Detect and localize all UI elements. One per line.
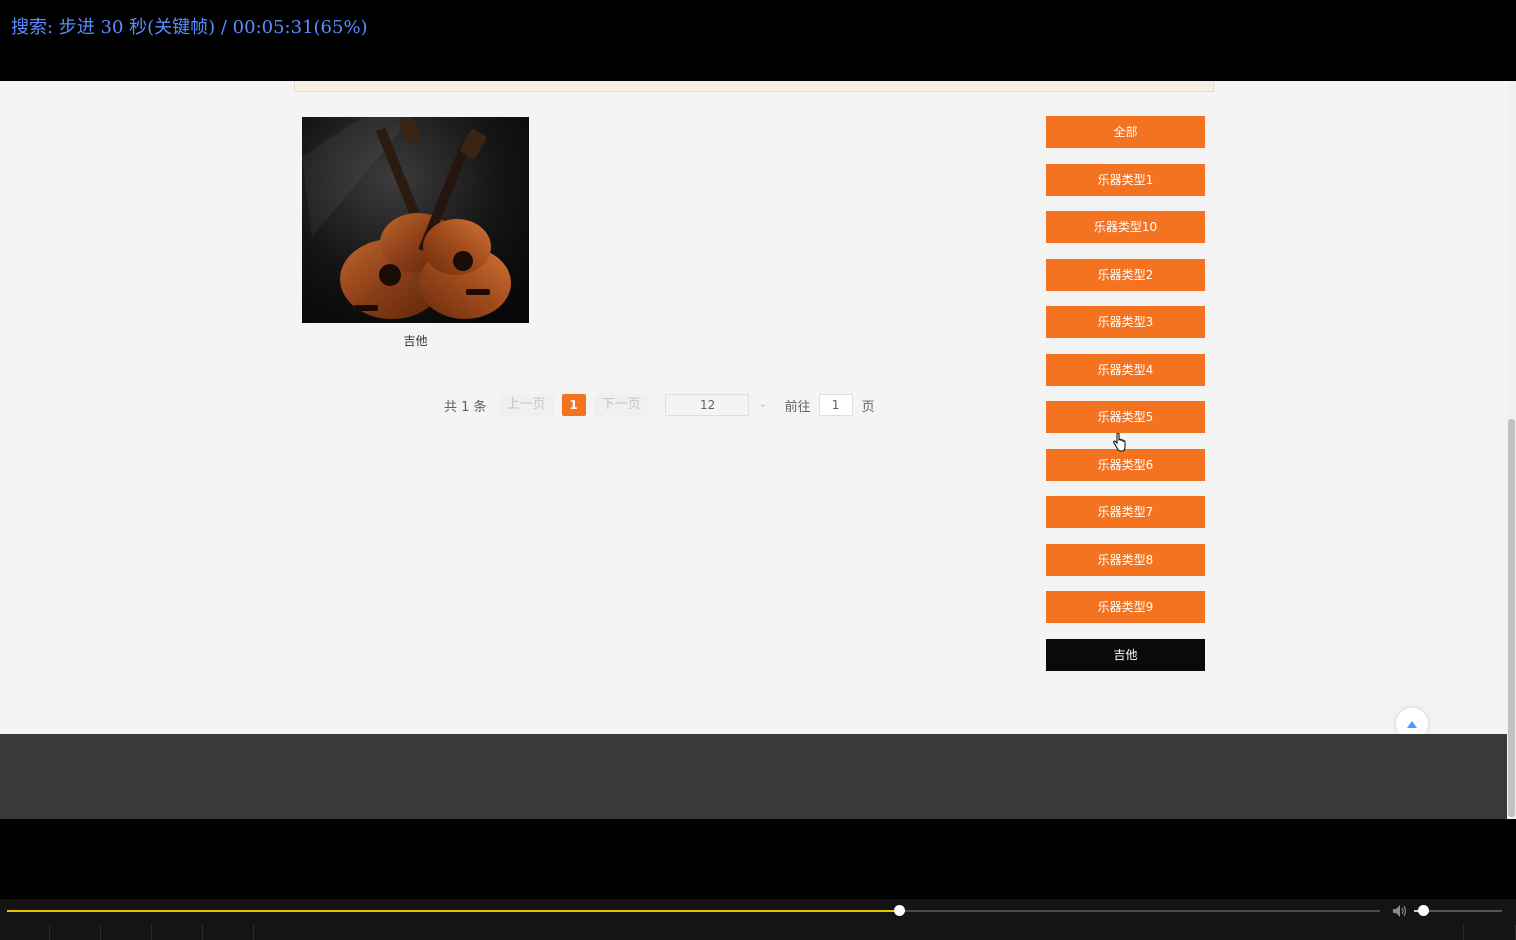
player-button-slot[interactable] [1464,925,1516,940]
player-osd-status: 搜索: 步进 30 秒(关键帧) / 00:05:31(65%) [11,17,368,38]
product-card[interactable]: 吉他 [302,117,529,349]
category-button-type8[interactable]: 乐器类型8 [1046,543,1205,576]
scrollbar-thumb[interactable] [1508,419,1515,817]
category-button-type1[interactable]: 乐器类型1 [1046,163,1205,196]
speaker-icon[interactable] [1392,904,1408,918]
chevron-down-icon: ⌄ [758,397,768,410]
pagination-total: 共 1 条 [444,399,487,415]
player-button-slot[interactable] [0,925,50,940]
notice-strip [294,81,1214,92]
player-control-bar [0,899,1516,940]
browser-viewport: 吉他 共 1 条 上一页 1 下一页 12 ⌄ 前往 1 页 全部 乐器类型1 … [0,81,1516,819]
category-button-type2[interactable]: 乐器类型2 [1046,258,1205,291]
page-footer [0,734,1507,819]
category-button-guitar[interactable]: 吉他 [1046,638,1205,671]
player-button-slot[interactable] [152,925,203,940]
seek-progress-fill [7,910,900,912]
player-button-slot[interactable] [203,925,254,940]
category-button-type4[interactable]: 乐器类型4 [1046,353,1205,386]
player-button-slot[interactable] [101,925,152,940]
category-button-type7[interactable]: 乐器类型7 [1046,496,1205,528]
category-button-type9[interactable]: 乐器类型9 [1046,591,1205,623]
seek-bar[interactable] [7,905,1380,916]
goto-page-suffix: 页 [861,399,875,415]
page-number-current[interactable]: 1 [561,394,586,416]
page-size-select[interactable]: 12 ⌄ [664,394,768,416]
next-page-button[interactable]: 下一页 [593,394,649,416]
player-spacer [254,925,1464,940]
category-button-type3[interactable]: 乐器类型3 [1046,306,1205,338]
category-list: 全部 乐器类型1 乐器类型10 乐器类型2 乐器类型3 乐器类型4 乐器类型5 … [1046,116,1205,686]
volume-handle[interactable] [1417,905,1429,916]
player-button-row [0,925,1516,940]
goto-label: 前往 [784,399,811,415]
pagination: 共 1 条 上一页 1 下一页 12 ⌄ 前往 1 页 [444,393,875,417]
product-name[interactable]: 吉他 [302,332,529,349]
seek-handle[interactable] [894,905,906,916]
category-button-type5[interactable]: 乐器类型5 [1046,401,1205,433]
category-button-type6[interactable]: 乐器类型6 [1046,448,1205,481]
goto-page-input[interactable]: 1 [818,394,853,416]
hand-pointer-icon [1112,433,1126,452]
page-size-value: 12 [699,398,716,412]
arrow-up-icon [1407,720,1417,728]
category-button-all[interactable]: 全部 [1046,116,1205,148]
product-image[interactable] [302,117,529,323]
volume-slider[interactable] [1414,905,1502,916]
player-button-slot[interactable] [50,925,101,940]
category-button-type10[interactable]: 乐器类型10 [1046,211,1205,243]
prev-page-button[interactable]: 上一页 [498,394,554,416]
